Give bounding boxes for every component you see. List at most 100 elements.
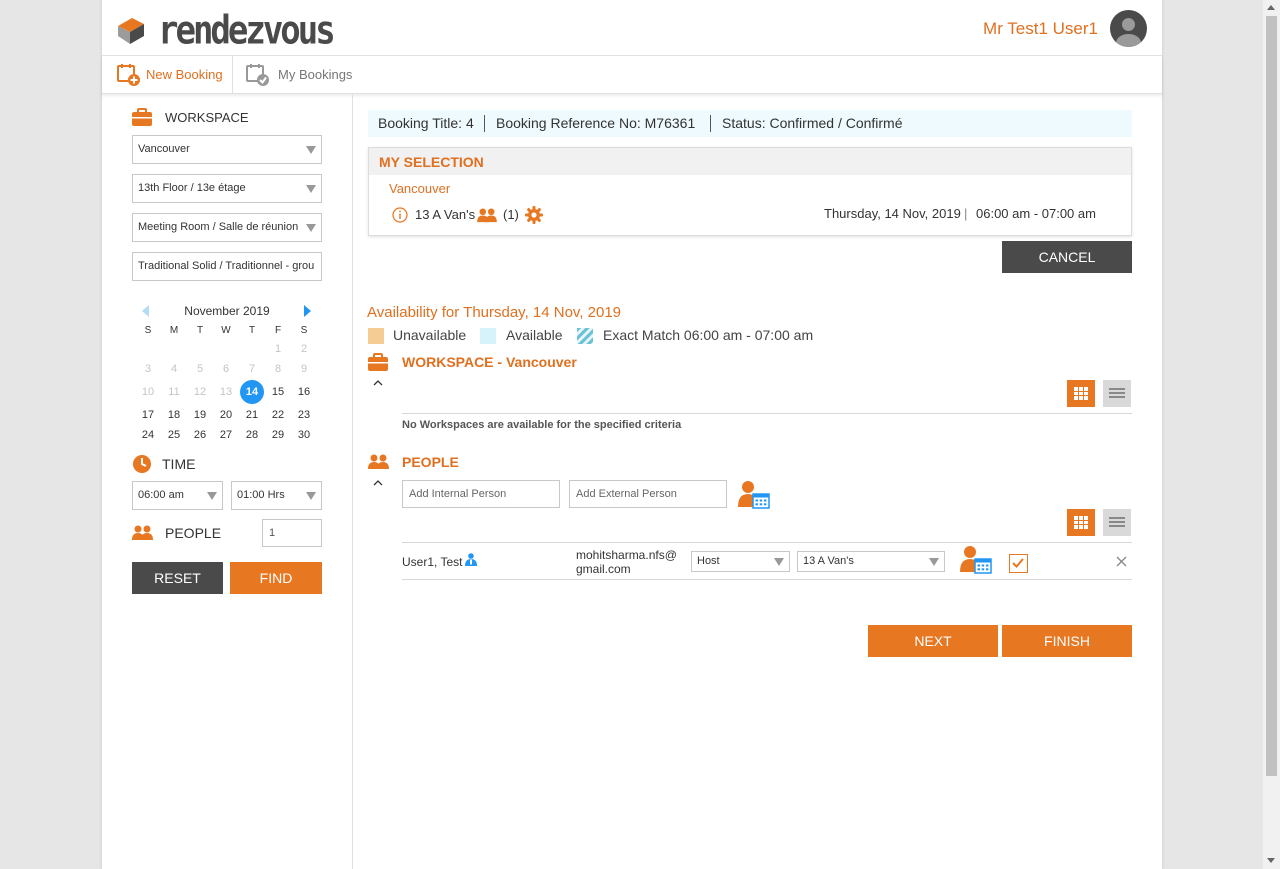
calendar-day[interactable]: 26 [188, 429, 212, 441]
calendar-day[interactable]: 23 [292, 409, 316, 421]
user-name[interactable]: Mr Test1 User1 [983, 19, 1098, 39]
calendar-day[interactable]: 24 [136, 429, 160, 441]
divider [402, 413, 1132, 414]
calendar-month: November 2019 [184, 304, 270, 318]
legend-available: Available [506, 327, 563, 343]
calendar-day[interactable]: 19 [188, 409, 212, 421]
exact-match-swatch [577, 328, 593, 344]
booking-title: Booking Title: 4 [378, 115, 474, 131]
calendar-day: 11 [168, 386, 180, 398]
host-badge-icon [465, 553, 477, 566]
people-icon [132, 525, 153, 541]
room-type-select[interactable]: Meeting Room / Salle de réunion [132, 213, 322, 242]
calendar-day[interactable]: 20 [214, 409, 238, 421]
internal-person-input[interactable]: Add Internal Person [402, 480, 560, 508]
tab-my-bookings[interactable]: My Bookings [246, 56, 376, 93]
cancel-button[interactable]: CANCEL [1002, 241, 1132, 273]
list-view-button[interactable] [1103, 509, 1131, 536]
start-time-value: 06:00 am [138, 489, 184, 501]
role-select[interactable]: Host [691, 551, 790, 572]
calendar-day[interactable]: 15 [266, 386, 290, 398]
scrollbar[interactable] [1263, 0, 1280, 869]
city-select-value: Vancouver [138, 143, 190, 155]
chevron-down-icon [306, 492, 316, 500]
calendar-day[interactable]: 25 [162, 429, 186, 441]
find-button[interactable]: FIND [230, 562, 322, 594]
calendar-day[interactable]: 30 [292, 429, 316, 441]
calendar-weekday: W [221, 325, 231, 336]
selection-date: Thursday, 14 Nov, 2019 [824, 206, 961, 221]
my-selection-panel: MY SELECTION Vancouver 13 A Van's (1) Th… [368, 147, 1132, 236]
start-time-select[interactable]: 06:00 am [132, 481, 223, 510]
calendar-day[interactable]: 17 [136, 409, 160, 421]
table-row: User1, Test mohitsharma.nfs@ gmail.com H… [402, 543, 1132, 579]
scrollbar-thumb[interactable] [1266, 16, 1277, 776]
selection-room: 13 A Van's [415, 207, 476, 222]
mini-calendar: November 2019 S M T W T F S 1 2 3 4 5 6 7 8 9 10 11 12 13 14… [132, 299, 322, 449]
availability-heading: Availability for Thursday, 14 Nov, 2019 [367, 304, 622, 321]
people-section-title: PEOPLE [402, 454, 459, 470]
calendar-day[interactable]: 28 [240, 429, 264, 441]
people-icon [368, 454, 389, 470]
workspace-section-title: WORKSPACE - Vancouver [402, 354, 577, 370]
room-type-select-value: Meeting Room / Salle de réunion [138, 221, 299, 233]
finish-button[interactable]: FINISH [1002, 625, 1132, 657]
external-person-input[interactable]: Add External Person [569, 480, 727, 508]
calendar-day: 3 [144, 363, 152, 375]
calendar-day: 10 [141, 386, 155, 398]
attendance-checkbox[interactable] [1009, 554, 1028, 573]
next-button[interactable]: NEXT [868, 625, 998, 657]
person-name: User1, Test [402, 555, 463, 569]
info-icon[interactable] [392, 207, 408, 223]
person-calendar-icon[interactable] [737, 480, 771, 510]
calendar-add-icon [117, 63, 141, 87]
list-view-button[interactable] [1103, 380, 1131, 407]
logo-text[interactable]: rendezvous [158, 8, 336, 54]
calendar-weekday: F [274, 325, 282, 336]
calendar-check-icon [246, 63, 270, 87]
calendar-day[interactable]: 21 [240, 409, 264, 421]
layout-select-value: Traditional Solid / Traditionnel - grou [138, 260, 315, 272]
grid-view-button[interactable] [1067, 509, 1095, 536]
avatar[interactable] [1110, 10, 1147, 47]
calendar-weekday: T [196, 325, 204, 336]
floor-select[interactable]: 13th Floor / 13e étage [132, 174, 322, 203]
calendar-day: 4 [170, 363, 178, 375]
calendar-day[interactable]: 22 [266, 409, 290, 421]
gear-icon[interactable] [525, 206, 543, 224]
person-room-select[interactable]: 13 A Van's [797, 551, 945, 572]
logo-icon[interactable] [116, 12, 152, 46]
tab-new-booking[interactable]: New Booking [114, 56, 233, 93]
collapse-icon[interactable] [373, 473, 383, 486]
collapse-icon[interactable] [373, 373, 383, 386]
reset-button[interactable]: RESET [132, 562, 223, 594]
calendar-day[interactable]: 18 [162, 409, 186, 421]
layout-select[interactable]: Traditional Solid / Traditionnel - grou [132, 252, 322, 281]
legend-exact-match: Exact Match 06:00 am - 07:00 am [603, 327, 814, 343]
booking-tabs: New Booking My Bookings [102, 56, 1162, 94]
person-calendar-icon[interactable] [959, 545, 993, 575]
next-month-icon[interactable] [304, 305, 311, 317]
city-select[interactable]: Vancouver [132, 135, 322, 164]
duration-select[interactable]: 01:00 Hrs [231, 481, 322, 510]
calendar-day-selected[interactable]: 14 [240, 380, 264, 404]
duration-value: 01:00 Hrs [237, 489, 285, 501]
list-icon [1109, 388, 1125, 400]
scroll-up-icon[interactable] [1267, 5, 1275, 10]
divider [402, 579, 1132, 580]
no-workspaces-message: No Workspaces are available for the spec… [402, 419, 682, 431]
selection-separator: | [964, 206, 968, 221]
grid-view-button[interactable] [1067, 380, 1095, 407]
calendar-day: 1 [274, 343, 282, 355]
calendar-day[interactable]: 27 [214, 429, 238, 441]
calendar-day[interactable]: 29 [266, 429, 290, 441]
calendar-day: 7 [248, 363, 256, 375]
booking-status: Status: Confirmed / Confirmé [722, 115, 903, 131]
calendar-day: 2 [300, 343, 308, 355]
calendar-day[interactable]: 16 [292, 386, 316, 398]
remove-person-icon[interactable] [1116, 554, 1127, 567]
internal-person-placeholder: Add Internal Person [409, 488, 507, 500]
scroll-down-icon[interactable] [1267, 858, 1275, 863]
divider [710, 115, 711, 132]
people-count-input[interactable]: 1 [262, 519, 322, 547]
